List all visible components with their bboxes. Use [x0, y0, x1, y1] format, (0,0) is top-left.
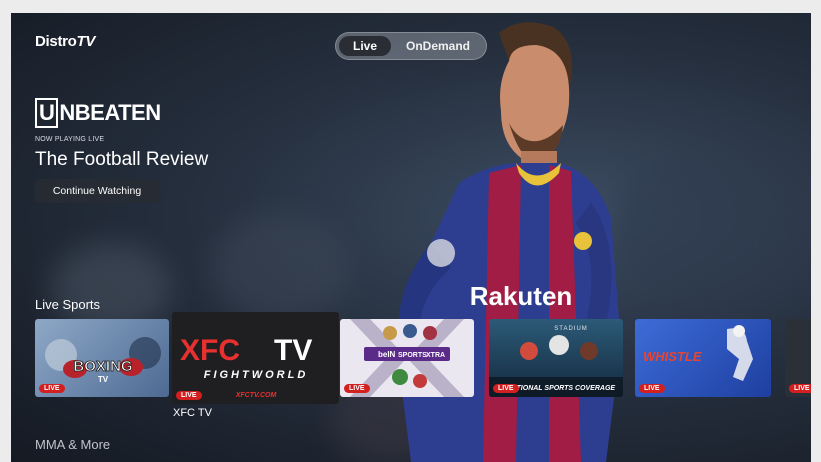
live-badge: LIVE — [176, 391, 202, 400]
channel-card-whistle[interactable]: WHISTLE LIVE — [635, 319, 771, 397]
bein-art-xtra: XTRA — [426, 352, 445, 359]
stadium-art-top: STADIUM — [554, 326, 588, 332]
background-crowd — [211, 213, 351, 323]
channel-brand-logo: U NBEATEN — [35, 98, 161, 128]
stadium-art-text: NATIONAL SPORTS COVERAGE — [507, 385, 615, 392]
brand-u-letter: U — [35, 98, 59, 128]
live-badge: LIVE — [344, 384, 370, 393]
focused-card-label: XFC TV — [173, 407, 212, 419]
channel-card-boxing[interactable]: BOXING TV LIVE — [35, 319, 169, 397]
channel-card-stadium[interactable]: STADIUM NATIONAL SPORTS COVERAGE LIVE — [489, 319, 623, 397]
boxing-art-sub: TV — [98, 375, 109, 384]
channel-card-bein-sports-xtra[interactable]: beIN SPORTS XTRA LIVE — [340, 319, 474, 397]
live-badge: LIVE — [39, 384, 65, 393]
hero-title: The Football Review — [35, 149, 209, 170]
live-badge: LIVE — [789, 384, 811, 393]
xfc-art-tv: TV — [274, 334, 312, 367]
brand-rest-text: NBEATEN — [59, 100, 161, 125]
live-tab[interactable]: Live — [339, 36, 391, 56]
background-crowd — [611, 153, 791, 313]
logo-main-text: Distro — [35, 33, 77, 50]
logo-tv-text: TV — [76, 33, 96, 50]
distrotv-logo: DistroTV — [35, 33, 95, 50]
live-badge: LIVE — [493, 384, 519, 393]
continue-watching-button[interactable]: Continue Watching — [35, 179, 159, 203]
bein-art-bein: beIN — [378, 350, 396, 359]
xfc-art-sub: FIGHTWORLD — [204, 369, 309, 381]
hero-frame: Rakuten DistroTV Live OnDemand U NBEATEN … — [11, 13, 811, 462]
now-playing-label: NOW PLAYING LIVE — [35, 136, 105, 143]
live-badge: LIVE — [639, 384, 665, 393]
row-title-mma-more: MMA & More — [35, 437, 111, 452]
boxing-art-text: BOXING — [73, 358, 132, 375]
ondemand-tab[interactable]: OnDemand — [406, 36, 470, 56]
channel-card-partial[interactable]: LIVE — [785, 319, 811, 397]
channel-card-xfc-tv[interactable]: XFC TV FIGHTWORLD XFCTV.COM LIVE — [172, 312, 339, 404]
jersey-sponsor-text: Rakuten — [470, 281, 573, 311]
bein-art-sports: SPORTS — [398, 352, 427, 359]
live-ondemand-toggle: Live OnDemand — [335, 32, 487, 60]
xfc-art-text: XFC — [180, 334, 240, 367]
xfc-art-url: XFCTV.COM — [235, 392, 277, 399]
whistle-art-text: WHISTLE — [643, 349, 702, 364]
row-title-live-sports: Live Sports — [35, 297, 101, 312]
